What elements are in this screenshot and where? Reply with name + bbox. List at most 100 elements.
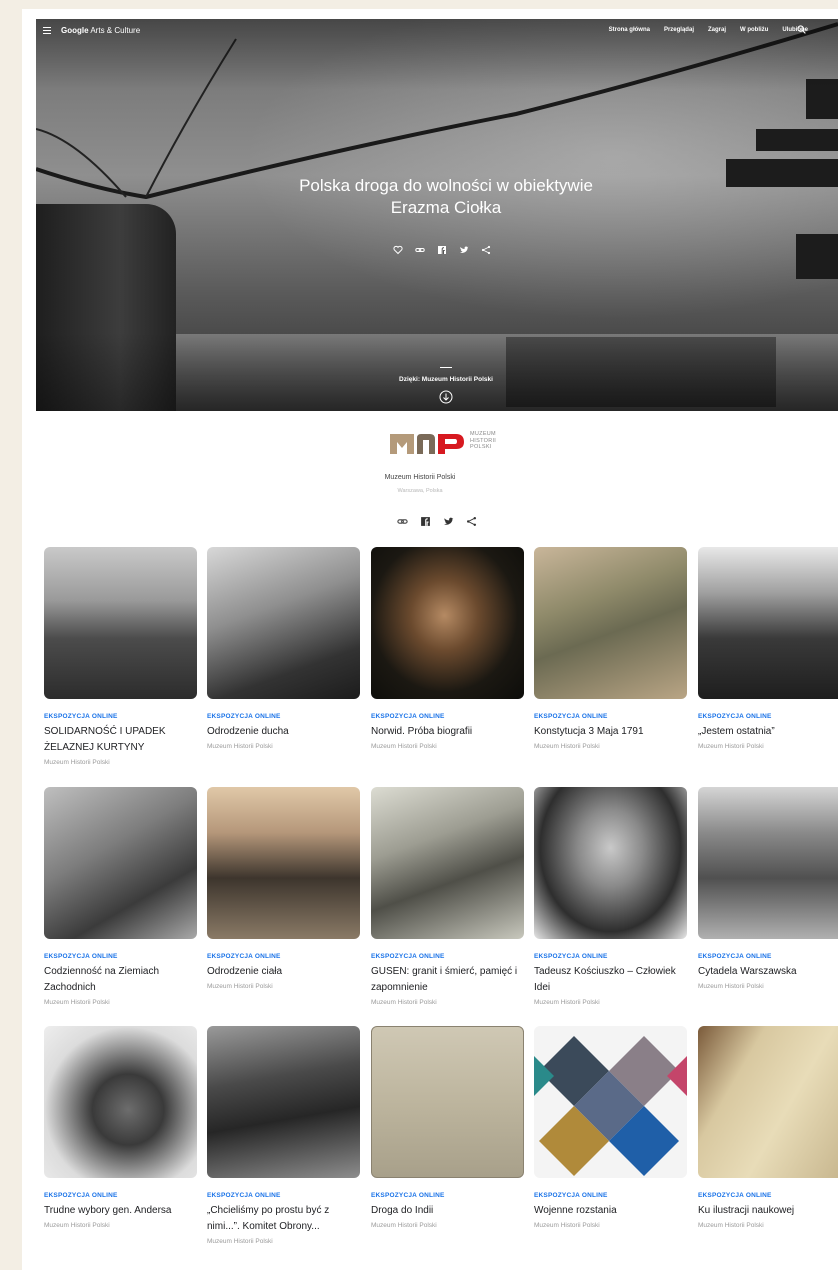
share-icon[interactable]: [466, 516, 477, 527]
brand-prefix: Google: [61, 26, 89, 35]
exhibit-owner[interactable]: Muzeum Historii Polski: [44, 1222, 197, 1229]
hero-title: Polska droga do wolności w obiektywie Er…: [299, 176, 593, 217]
exhibit-title[interactable]: Odrodzenie ciała: [207, 964, 360, 980]
exhibit-thumbnail[interactable]: [371, 1026, 524, 1178]
exhibit-owner[interactable]: Muzeum Historii Polski: [698, 983, 838, 990]
exhibit-kicker: EKSPOZYCJA ONLINE: [371, 953, 445, 960]
logo-word: MUZEUM: [470, 431, 496, 437]
exhibit-thumbnail[interactable]: [44, 787, 197, 939]
exhibit-owner[interactable]: Muzeum Historii Polski: [44, 999, 197, 1006]
exhibit-title[interactable]: Konstytucja 3 Maja 1791: [534, 724, 687, 740]
exhibit-kicker: EKSPOZYCJA ONLINE: [698, 713, 772, 720]
exhibit-thumbnail[interactable]: [534, 1026, 687, 1178]
exhibit-owner[interactable]: Muzeum Historii Polski: [371, 999, 524, 1006]
exhibit-title[interactable]: Ku ilustracji naukowej: [698, 1203, 838, 1219]
hero-actions: [393, 245, 491, 255]
link-icon[interactable]: [397, 516, 408, 527]
exhibit-owner[interactable]: Muzeum Historii Polski: [534, 743, 687, 750]
exhibit-thumbnail[interactable]: [371, 787, 524, 939]
top-nav: Strona główna Przeglądaj Zagraj W pobliż…: [609, 27, 808, 33]
exhibit-owner[interactable]: Muzeum Historii Polski: [44, 759, 197, 766]
exhibit-thumbnail[interactable]: [371, 547, 524, 699]
exhibit-owner[interactable]: Muzeum Historii Polski: [698, 743, 838, 750]
exhibit-title[interactable]: „Chcieliśmy po prostu być z nimi...”. Ko…: [207, 1203, 360, 1235]
search-icon[interactable]: [797, 25, 806, 34]
logo-word: POLSKI: [470, 444, 492, 450]
exhibit-kicker: EKSPOZYCJA ONLINE: [534, 713, 608, 720]
facebook-icon[interactable]: [420, 516, 431, 527]
exhibit-card[interactable]: EKSPOZYCJA ONLINE Droga do Indii Muzeum …: [371, 1026, 524, 1229]
exhibit-owner[interactable]: Muzeum Historii Polski: [534, 999, 687, 1006]
exhibit-thumbnail[interactable]: [698, 787, 838, 939]
share-icon[interactable]: [481, 245, 491, 255]
heart-icon[interactable]: [393, 245, 403, 255]
partner-logo[interactable]: MUZEUM HISTORII POLSKI: [390, 430, 510, 458]
brand-logo[interactable]: Google Arts & Culture: [61, 26, 140, 35]
nav-home[interactable]: Strona główna: [609, 27, 650, 33]
exhibit-owner[interactable]: Muzeum Historii Polski: [371, 1222, 524, 1229]
exhibit-title[interactable]: Wojenne rozstania: [534, 1203, 687, 1219]
hero-banner: Google Arts & Culture Strona główna Prze…: [36, 19, 838, 411]
exhibit-card[interactable]: EKSPOZYCJA ONLINE GUSEN: granit i śmierć…: [371, 787, 524, 1006]
exhibit-thumbnail[interactable]: [44, 1026, 197, 1178]
nav-explore[interactable]: Przeglądaj: [664, 27, 694, 33]
exhibit-thumbnail[interactable]: [698, 1026, 838, 1178]
exhibit-card[interactable]: EKSPOZYCJA ONLINE SOLIDARNOŚĆ I UPADEK Ż…: [44, 547, 197, 766]
exhibit-card[interactable]: EKSPOZYCJA ONLINE Cytadela Warszawska Mu…: [698, 787, 838, 990]
exhibit-owner[interactable]: Muzeum Historii Polski: [534, 1222, 687, 1229]
exhibit-thumbnail[interactable]: [534, 787, 687, 939]
partner-name[interactable]: Muzeum Historii Polski: [350, 474, 490, 481]
exhibit-card[interactable]: EKSPOZYCJA ONLINE Codzienność na Ziemiac…: [44, 787, 197, 1006]
exhibit-thumbnail[interactable]: [207, 787, 360, 939]
twitter-icon[interactable]: [443, 516, 454, 527]
partner-share-row: [397, 516, 477, 527]
exhibit-thumbnail[interactable]: [44, 547, 197, 699]
nav-nearby[interactable]: W pobliżu: [740, 27, 768, 33]
exhibit-title[interactable]: Codzienność na Ziemiach Zachodnich: [44, 964, 197, 996]
exhibit-title[interactable]: Norwid. Próba biografii: [371, 724, 524, 740]
exhibit-kicker: EKSPOZYCJA ONLINE: [534, 1192, 608, 1199]
exhibit-title[interactable]: Cytadela Warszawska: [698, 964, 838, 980]
exhibit-card[interactable]: EKSPOZYCJA ONLINE Norwid. Próba biografi…: [371, 547, 524, 750]
exhibit-card[interactable]: EKSPOZYCJA ONLINE „Jestem ostatnia” Muze…: [698, 547, 838, 750]
exhibit-card[interactable]: EKSPOZYCJA ONLINE „Chcieliśmy po prostu …: [207, 1026, 360, 1245]
facebook-icon[interactable]: [437, 245, 447, 255]
exhibit-card[interactable]: EKSPOZYCJA ONLINE Trudne wybory gen. And…: [44, 1026, 197, 1229]
exhibit-owner[interactable]: Muzeum Historii Polski: [207, 983, 360, 990]
exhibit-kicker: EKSPOZYCJA ONLINE: [698, 1192, 772, 1199]
exhibit-title[interactable]: GUSEN: granit i śmierć, pamięć i zapomni…: [371, 964, 524, 996]
scroll-down-icon[interactable]: [439, 390, 453, 404]
exhibit-title[interactable]: Droga do Indii: [371, 1203, 524, 1219]
exhibit-owner[interactable]: Muzeum Historii Polski: [207, 1238, 360, 1245]
museum-logo-mark: [390, 434, 464, 454]
exhibit-thumbnail[interactable]: [534, 547, 687, 699]
exhibit-kicker: EKSPOZYCJA ONLINE: [44, 713, 118, 720]
nav-play[interactable]: Zagraj: [708, 27, 726, 33]
exhibit-title[interactable]: Odrodzenie ducha: [207, 724, 360, 740]
exhibit-card[interactable]: EKSPOZYCJA ONLINE Ku ilustracji naukowej…: [698, 1026, 838, 1229]
exhibit-kicker: EKSPOZYCJA ONLINE: [207, 713, 281, 720]
exhibit-owner[interactable]: Muzeum Historii Polski: [207, 743, 360, 750]
exhibit-title[interactable]: Trudne wybory gen. Andersa: [44, 1203, 197, 1219]
exhibit-thumbnail[interactable]: [207, 1026, 360, 1178]
hero-divider: [440, 367, 452, 368]
exhibit-owner[interactable]: Muzeum Historii Polski: [371, 743, 524, 750]
exhibit-card[interactable]: EKSPOZYCJA ONLINE Wojenne rozstania Muze…: [534, 1026, 687, 1229]
exhibit-thumbnail[interactable]: [698, 547, 838, 699]
exhibit-card[interactable]: EKSPOZYCJA ONLINE Konstytucja 3 Maja 179…: [534, 547, 687, 750]
exhibit-title[interactable]: SOLIDARNOŚĆ I UPADEK ŻELAZNEJ KURTYNY: [44, 724, 197, 756]
exhibit-thumbnail[interactable]: [207, 547, 360, 699]
exhibit-kicker: EKSPOZYCJA ONLINE: [534, 953, 608, 960]
exhibit-title[interactable]: „Jestem ostatnia”: [698, 724, 838, 740]
exhibit-card[interactable]: EKSPOZYCJA ONLINE Odrodzenie ciała Muzeu…: [207, 787, 360, 990]
exhibit-card[interactable]: EKSPOZYCJA ONLINE Tadeusz Kościuszko – C…: [534, 787, 687, 1006]
link-icon[interactable]: [415, 245, 425, 255]
twitter-icon[interactable]: [459, 245, 469, 255]
exhibit-card[interactable]: EKSPOZYCJA ONLINE Odrodzenie ducha Muzeu…: [207, 547, 360, 750]
exhibit-kicker: EKSPOZYCJA ONLINE: [371, 1192, 445, 1199]
exhibit-title[interactable]: Tadeusz Kościuszko – Człowiek Idei: [534, 964, 687, 996]
exhibit-kicker: EKSPOZYCJA ONLINE: [44, 1192, 118, 1199]
menu-icon[interactable]: [43, 27, 51, 34]
exhibit-kicker: EKSPOZYCJA ONLINE: [207, 1192, 281, 1199]
exhibit-owner[interactable]: Muzeum Historii Polski: [698, 1222, 838, 1229]
